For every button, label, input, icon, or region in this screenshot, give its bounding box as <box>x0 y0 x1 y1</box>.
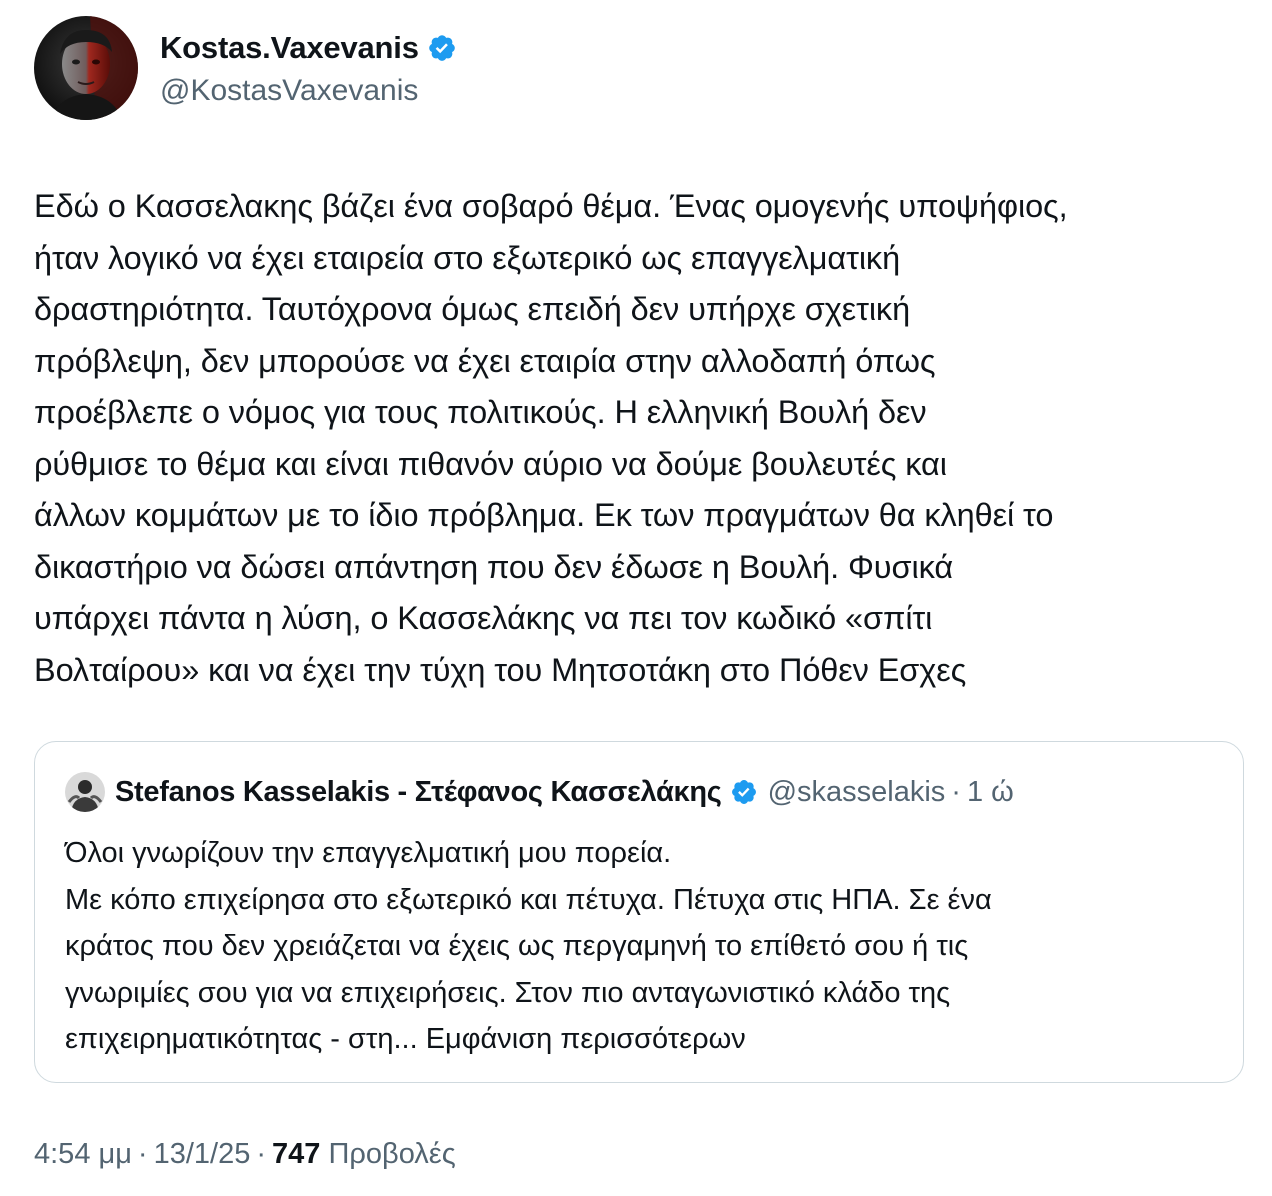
quoted-tweet-card[interactable]: Stefanos Kasselakis - Στέφανος Κασσελάκη… <box>34 741 1244 1083</box>
quoted-profile-photo-icon <box>65 772 105 812</box>
show-more-link[interactable]: Εμφάνιση περισσότερων <box>426 1023 746 1055</box>
tweet-meta: 4:54 μμ · 13/1/25 · 747 Προβολές <box>34 1138 456 1171</box>
views-label[interactable]: Προβολές <box>328 1138 455 1170</box>
author-avatar[interactable] <box>34 16 138 120</box>
quoted-timestamp[interactable]: 1 ώ <box>967 776 1014 809</box>
quoted-author-avatar[interactable] <box>65 772 105 812</box>
meta-separator: · <box>137 1138 148 1170</box>
views-count[interactable]: 747 <box>272 1138 320 1170</box>
display-name-row: Kostas.Vaxevanis <box>160 28 457 68</box>
tweet-date[interactable]: 13/1/25 <box>154 1138 251 1170</box>
quoted-tweet-text: Όλοι γνωρίζουν την επαγγελματική μου πορ… <box>65 830 1215 1063</box>
quoted-verified-badge-icon <box>730 778 758 806</box>
tweet-text: Εδώ ο Κασσελακης βάζει ένα σοβαρό θέμα. … <box>34 188 1068 688</box>
tweet-header: Kostas.Vaxevanis @KostasVaxevanis <box>34 16 457 120</box>
author-display-name[interactable]: Kostas.Vaxevanis <box>160 30 419 66</box>
tweet-time[interactable]: 4:54 μμ <box>34 1138 132 1170</box>
meta-separator: · <box>256 1138 267 1170</box>
quoted-tweet-header: Stefanos Kasselakis - Στέφανος Κασσελάκη… <box>65 772 1014 812</box>
verified-badge-icon <box>427 33 457 63</box>
author-names: Kostas.Vaxevanis @KostasVaxevanis <box>160 28 457 108</box>
quoted-separator: · <box>951 775 961 808</box>
author-handle[interactable]: @KostasVaxevanis <box>160 74 457 108</box>
profile-photo-icon <box>34 16 138 120</box>
quoted-author-handle[interactable]: @skasselakis <box>768 776 946 809</box>
quoted-author-display-name[interactable]: Stefanos Kasselakis - Στέφανος Κασσελάκη… <box>115 776 722 809</box>
